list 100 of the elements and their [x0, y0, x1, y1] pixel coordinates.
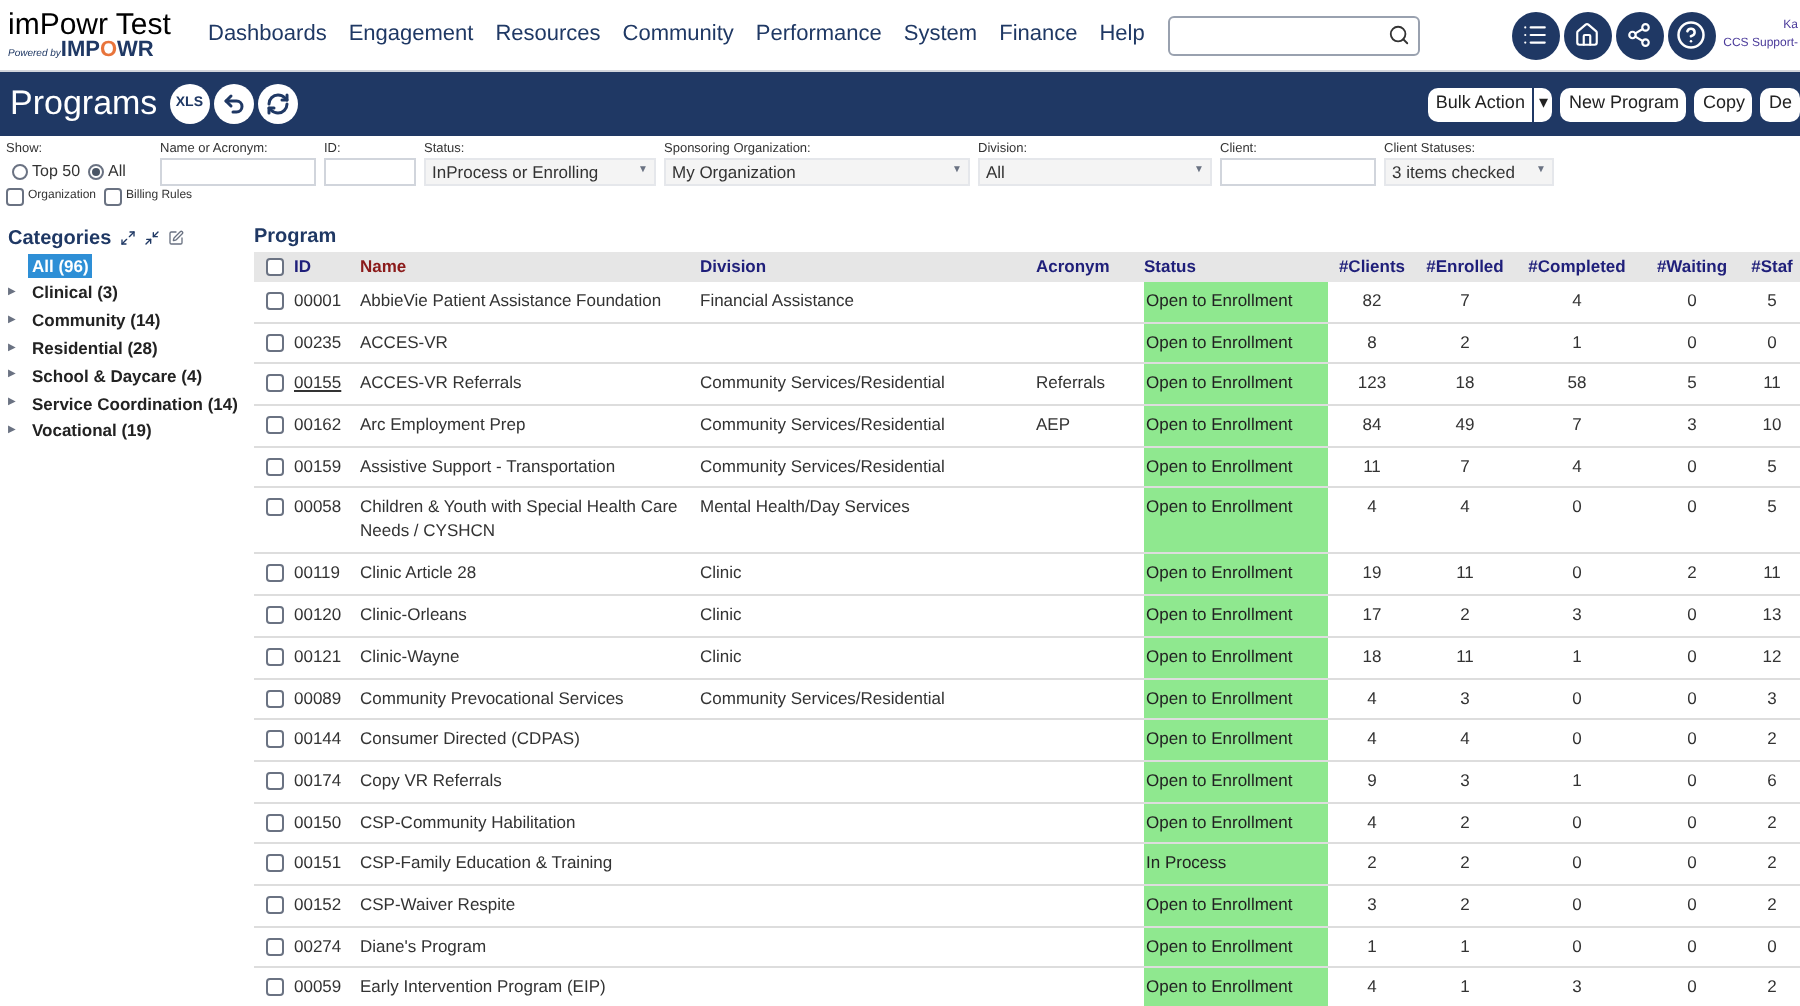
checkbox[interactable] [6, 188, 24, 206]
row-checkbox[interactable] [265, 564, 283, 583]
program-id-link[interactable]: 00235 [294, 331, 342, 352]
nav-link[interactable]: Resources [495, 18, 601, 52]
text-field[interactable] [1220, 158, 1376, 186]
table-cell-text: 2 [1458, 809, 1472, 836]
radio-button[interactable] [88, 164, 105, 180]
column-header[interactable]: Status [1144, 254, 1328, 280]
program-id-link[interactable]: 00155 [294, 372, 342, 393]
row-checkbox[interactable] [265, 374, 283, 393]
program-id-link[interactable]: 00150 [294, 811, 342, 832]
category-item[interactable]: Vocational (19) [28, 418, 156, 445]
program-id-link[interactable]: 00001 [294, 290, 342, 310]
table-cell-text: ACCES-VR Referrals [360, 370, 524, 397]
nav-link[interactable]: Finance [999, 18, 1078, 52]
nav-link[interactable]: Help [1099, 18, 1145, 52]
program-id-link[interactable]: 00089 [294, 687, 342, 707]
category-item[interactable]: Residential (28) [28, 335, 162, 362]
row-checkbox[interactable] [265, 689, 283, 707]
toolbar-button[interactable]: Copy [1694, 87, 1753, 121]
nav-link[interactable]: Engagement [348, 18, 474, 52]
text-field[interactable] [160, 158, 316, 186]
row-checkbox[interactable] [265, 937, 283, 956]
share-icon[interactable] [1615, 11, 1664, 59]
program-id-link[interactable]: 00151 [294, 852, 342, 873]
table-cell-text: 12 [1760, 643, 1784, 670]
nav-link[interactable]: System [903, 18, 978, 52]
row-checkbox[interactable] [265, 457, 283, 476]
program-id-link[interactable]: 00152 [294, 893, 342, 914]
program-id-link[interactable]: 00174 [294, 769, 342, 790]
table-cell-text: 0 [1570, 726, 1584, 753]
program-id-link[interactable]: 00144 [294, 728, 342, 749]
column-header[interactable]: Division [700, 254, 1036, 280]
home-icon[interactable] [1563, 11, 1612, 59]
expand-all-icon[interactable] [119, 230, 136, 246]
row-checkbox[interactable] [265, 416, 283, 435]
row-checkbox[interactable] [265, 730, 283, 749]
nav-link[interactable]: Dashboards [208, 18, 327, 52]
table-cell-text: 2 [1765, 726, 1779, 753]
table-title: Program [254, 224, 339, 252]
dropdown-button[interactable]: ▾ [1534, 87, 1553, 121]
edit-icon[interactable] [167, 230, 184, 246]
category-item[interactable]: School & Daycare (4) [28, 363, 207, 389]
row-checkbox[interactable] [265, 292, 283, 310]
row-checkbox[interactable] [265, 854, 283, 873]
nav-link[interactable]: Performance [755, 18, 882, 52]
table-cell-text: 3 [1570, 974, 1584, 1001]
row-checkbox[interactable] [265, 895, 283, 914]
status-cell: Open to Enrollment [1144, 488, 1328, 553]
select-all-checkbox[interactable] [265, 258, 283, 276]
row-checkbox[interactable] [265, 333, 283, 352]
table-cell-text: 7 [1458, 453, 1472, 480]
program-id-link[interactable]: 00119 [294, 562, 341, 583]
row-checkbox[interactable] [265, 606, 283, 625]
column-header[interactable]: Acronym [1036, 254, 1144, 280]
program-id-link[interactable]: 00159 [294, 455, 342, 476]
column-header[interactable]: #Waiting [1640, 254, 1744, 280]
category-item[interactable]: Service Coordination (14) [28, 391, 242, 417]
search-field[interactable] [1168, 15, 1421, 55]
toolbar-button[interactable]: De [1760, 87, 1800, 121]
program-id-link[interactable]: 00058 [294, 496, 342, 517]
table-cell-text: 8 [1365, 329, 1379, 356]
radio-button[interactable] [12, 164, 28, 180]
table-cell-text: 58 [1565, 370, 1589, 397]
column-header[interactable]: #Clients [1328, 254, 1416, 280]
bulk-action-button[interactable]: Bulk Action [1427, 87, 1533, 121]
list-icon[interactable] [1511, 11, 1560, 59]
nav-link[interactable]: Community [622, 18, 734, 52]
table-cell-text: 0 [1685, 850, 1699, 877]
row-checkbox[interactable] [265, 813, 283, 832]
category-item[interactable]: Community (14) [28, 308, 165, 334]
table-cell-text: 0 [1685, 809, 1699, 836]
row-checkbox[interactable] [265, 498, 283, 517]
program-id-link[interactable]: 00274 [294, 935, 342, 956]
program-id-link[interactable]: 00120 [294, 604, 342, 625]
program-id-link[interactable]: 00059 [294, 976, 342, 997]
column-header[interactable]: Name [360, 254, 700, 280]
text-field[interactable] [324, 158, 416, 186]
column-header[interactable]: #Enrolled [1416, 254, 1514, 280]
row-checkbox[interactable] [265, 647, 283, 666]
column-header[interactable]: #Completed [1514, 254, 1640, 280]
row-checkbox[interactable] [265, 771, 283, 790]
category-item[interactable]: Clinical (3) [28, 280, 122, 307]
row-checkbox[interactable] [265, 978, 283, 997]
page-title: Programs [10, 82, 158, 127]
table-cell-text: Community Services/Residential [700, 685, 947, 712]
refresh-icon[interactable] [265, 92, 290, 116]
checkbox[interactable] [104, 188, 123, 206]
table-cell-text: 3 [1458, 767, 1472, 794]
table-cell-text: 10 [1760, 412, 1784, 439]
help-icon[interactable] [1667, 11, 1716, 59]
undo-icon[interactable] [221, 92, 246, 116]
table-cell-text: 18 [1360, 643, 1384, 670]
collapse-all-icon[interactable] [143, 230, 160, 246]
program-id-link[interactable]: 00121 [294, 645, 342, 666]
column-header[interactable]: ID [294, 254, 360, 280]
column-header[interactable]: #Staf [1744, 254, 1800, 280]
toolbar-button[interactable]: New Program [1560, 87, 1687, 121]
app-title: imPowr Test [8, 9, 173, 39]
program-id-link[interactable]: 00162 [294, 414, 342, 435]
